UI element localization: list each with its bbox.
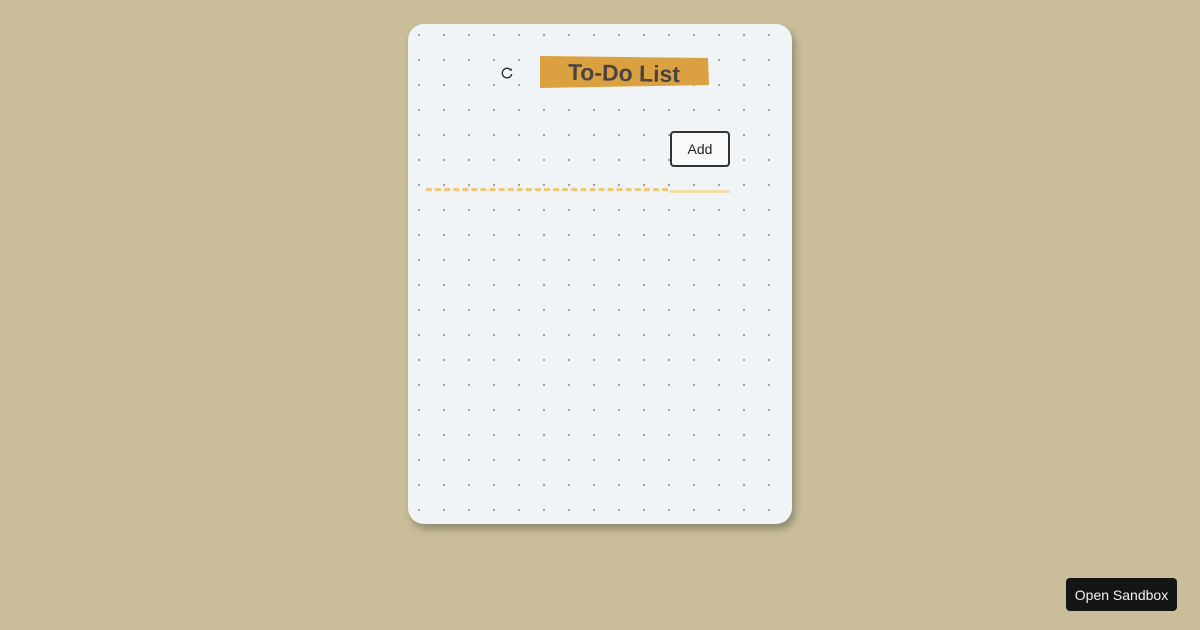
open-sandbox-button[interactable]: Open Sandbox xyxy=(1066,578,1177,611)
title-banner: To-Do List xyxy=(538,54,710,91)
add-underline xyxy=(670,190,730,193)
page-title: To-Do List xyxy=(567,58,681,88)
task-input[interactable] xyxy=(426,155,668,191)
add-button[interactable]: Add xyxy=(670,131,730,167)
refresh-icon[interactable] xyxy=(500,66,514,80)
todo-card: To-Do List Add xyxy=(408,24,792,524)
